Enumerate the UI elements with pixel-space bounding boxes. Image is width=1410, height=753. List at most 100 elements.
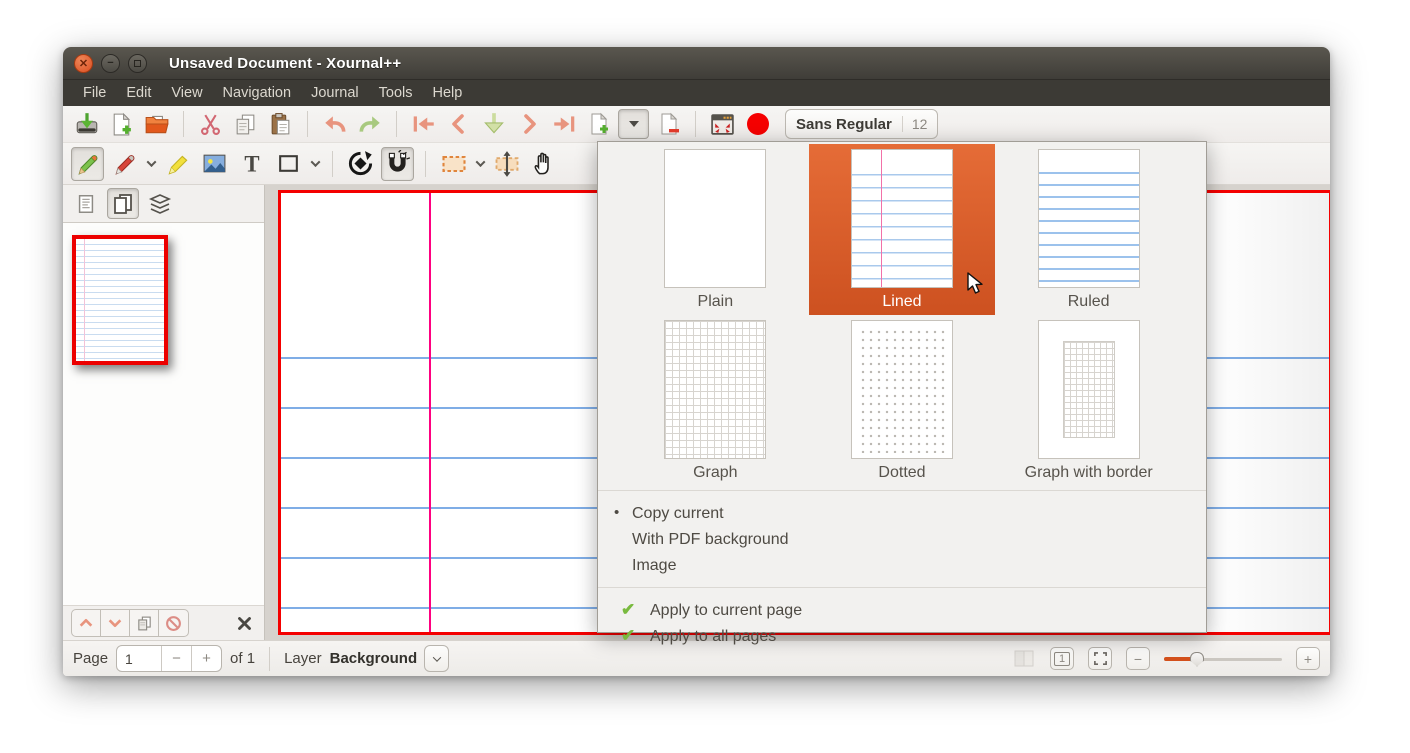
sidebar-tab-layers[interactable] bbox=[144, 188, 176, 219]
window-close-button[interactable]: ✕ bbox=[74, 54, 93, 73]
square-shape-icon bbox=[276, 151, 301, 176]
layers-icon bbox=[148, 192, 172, 216]
next-page-button[interactable] bbox=[513, 109, 544, 139]
highlighter-tool-button[interactable] bbox=[161, 147, 194, 181]
window-title: Unsaved Document - Xournal++ bbox=[169, 55, 401, 72]
copy-button[interactable] bbox=[230, 109, 261, 139]
shape-options-chevron[interactable] bbox=[308, 151, 322, 177]
menu-journal[interactable]: Journal bbox=[301, 83, 369, 103]
copy-page-button[interactable] bbox=[130, 610, 159, 636]
page-actions-group bbox=[71, 609, 189, 637]
toolbar-separator bbox=[307, 111, 308, 137]
window-maximize-button[interactable] bbox=[128, 54, 147, 73]
window-minimize-button[interactable]: − bbox=[101, 54, 120, 73]
new-document-button[interactable] bbox=[106, 109, 137, 139]
menu-view[interactable]: View bbox=[161, 83, 212, 103]
sidebar-close-button[interactable] bbox=[232, 616, 256, 631]
copy-page-icon bbox=[136, 615, 153, 632]
menu-navigation[interactable]: Navigation bbox=[213, 83, 302, 103]
select-rectangle-button[interactable] bbox=[437, 147, 470, 181]
vertical-space-button[interactable] bbox=[490, 147, 523, 181]
layer-dropdown-button[interactable] bbox=[424, 645, 449, 672]
option-image[interactable]: Image bbox=[598, 553, 1206, 579]
select-options-chevron[interactable] bbox=[473, 151, 487, 177]
statusbar-separator bbox=[269, 647, 270, 671]
save-button[interactable] bbox=[71, 109, 102, 139]
page-number-input[interactable] bbox=[117, 646, 161, 671]
option-with-pdf-background[interactable]: With PDF background bbox=[598, 527, 1206, 553]
color-picker-button[interactable] bbox=[742, 109, 773, 139]
page-decrement-button[interactable]: − bbox=[161, 646, 191, 671]
font-name-label: Sans Regular bbox=[796, 116, 902, 133]
text-icon: T bbox=[239, 151, 265, 177]
panel-separator bbox=[598, 587, 1206, 588]
pen-tool-button[interactable] bbox=[71, 147, 104, 181]
eraser-icon bbox=[112, 151, 138, 177]
menu-help[interactable]: Help bbox=[422, 83, 472, 103]
undo-button[interactable] bbox=[319, 109, 350, 139]
paste-button[interactable] bbox=[265, 109, 296, 139]
cut-button[interactable] bbox=[195, 109, 226, 139]
option-label: Apply to current page bbox=[650, 602, 802, 619]
shape-tool-button[interactable] bbox=[272, 147, 305, 181]
font-button[interactable]: Sans Regular 12 bbox=[785, 109, 938, 139]
paper-type-dotted[interactable]: Dotted bbox=[809, 315, 996, 486]
delete-page-sidebar-button[interactable] bbox=[159, 610, 188, 636]
open-button[interactable] bbox=[141, 109, 172, 139]
dotted-preview-dots bbox=[857, 326, 947, 453]
magnet-icon bbox=[384, 150, 411, 177]
insert-image-button[interactable] bbox=[198, 147, 231, 181]
page-type-dropdown-button[interactable] bbox=[618, 109, 649, 139]
current-color-red-icon bbox=[747, 113, 769, 135]
delete-page-button[interactable] bbox=[653, 109, 684, 139]
sidebar-bottom-toolbar bbox=[63, 605, 264, 640]
apply-options-list: ✔ Apply to current page ✔ Apply to all p… bbox=[598, 592, 1206, 654]
redo-button[interactable] bbox=[354, 109, 385, 139]
paper-type-ruled[interactable]: Ruled bbox=[995, 144, 1182, 315]
eraser-options-chevron[interactable] bbox=[144, 151, 158, 177]
bullet-icon: • bbox=[614, 504, 619, 521]
menu-edit[interactable]: Edit bbox=[116, 83, 161, 103]
lined-preview-margin bbox=[881, 150, 883, 287]
first-page-button[interactable] bbox=[408, 109, 439, 139]
titlebar: ✕ − Unsaved Document - Xournal++ bbox=[63, 47, 1330, 80]
option-apply-all-pages[interactable]: ✔ Apply to all pages bbox=[598, 624, 1206, 650]
grid-snapping-button[interactable] bbox=[381, 147, 414, 181]
vertical-space-icon bbox=[493, 150, 521, 178]
move-page-up-button[interactable] bbox=[72, 610, 101, 636]
chevron-down-icon bbox=[146, 157, 156, 167]
image-icon bbox=[202, 151, 227, 176]
option-apply-current-page[interactable]: ✔ Apply to current page bbox=[598, 598, 1206, 624]
rotation-snapping-button[interactable] bbox=[344, 147, 377, 181]
menu-file[interactable]: File bbox=[73, 83, 116, 103]
option-label: Apply to all pages bbox=[650, 628, 776, 645]
first-page-icon bbox=[411, 111, 437, 137]
page-increment-button[interactable]: + bbox=[191, 646, 221, 671]
zoom-in-button[interactable]: + bbox=[1296, 647, 1320, 670]
new-page-after-button[interactable] bbox=[583, 109, 614, 139]
goto-annotated-page-button[interactable] bbox=[478, 109, 509, 139]
fullscreen-button[interactable] bbox=[707, 109, 738, 139]
last-page-button[interactable] bbox=[548, 109, 579, 139]
paper-type-graph[interactable]: Graph bbox=[622, 315, 809, 486]
paper-type-lined[interactable]: Lined bbox=[809, 144, 996, 315]
eraser-tool-button[interactable] bbox=[108, 147, 141, 181]
paper-type-label: Plain bbox=[698, 293, 734, 311]
hand-tool-button[interactable] bbox=[527, 147, 560, 181]
sidebar-tab-contents[interactable] bbox=[70, 188, 102, 219]
toolbar-separator bbox=[396, 111, 397, 137]
page-1-thumbnail[interactable] bbox=[72, 235, 168, 365]
next-page-icon bbox=[517, 112, 541, 136]
option-copy-current[interactable]: • Copy current bbox=[598, 501, 1206, 527]
main-toolbar: Sans Regular 12 bbox=[63, 106, 1330, 143]
text-tool-button[interactable]: T bbox=[235, 147, 268, 181]
paper-type-label: Lined bbox=[882, 293, 921, 311]
menu-tools[interactable]: Tools bbox=[369, 83, 423, 103]
move-page-down-button[interactable] bbox=[101, 610, 130, 636]
paper-type-graph-with-border[interactable]: Graph with border bbox=[995, 315, 1182, 486]
paper-type-plain[interactable]: Plain bbox=[622, 144, 809, 315]
sidebar-tab-page-preview[interactable] bbox=[107, 188, 139, 219]
select-rectangle-icon bbox=[440, 150, 468, 178]
previous-page-button[interactable] bbox=[443, 109, 474, 139]
toolbar-separator bbox=[695, 111, 696, 137]
